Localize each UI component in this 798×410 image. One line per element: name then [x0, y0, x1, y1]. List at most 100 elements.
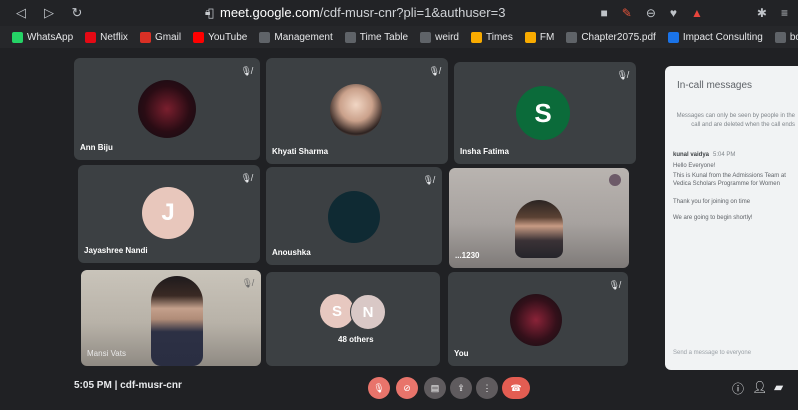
folder-icon	[471, 31, 482, 43]
participant-video	[515, 200, 563, 258]
bookmark-item[interactable]: books	[774, 31, 798, 43]
avatar	[330, 84, 382, 136]
audio-visualizer	[510, 294, 562, 346]
more-vert-icon: ⋮	[482, 382, 492, 393]
participant-video	[151, 276, 203, 366]
youtube-icon	[193, 31, 205, 43]
people-icon[interactable]: 👤︎	[752, 380, 767, 394]
bookmark-label: Impact Consulting	[682, 31, 763, 43]
participant-tile[interactable]: 🎙︎̸ Anoushka	[266, 167, 442, 265]
participant-tile[interactable]: 🎙︎̸ Mansi Vats	[81, 270, 261, 366]
bookmark-item[interactable]: Chapter2075.pdf	[566, 31, 656, 43]
leave-call-button[interactable]: ☎	[502, 377, 530, 399]
url-domain: meet.google.com	[220, 5, 320, 20]
bookmark-label: books	[789, 31, 798, 43]
avatar	[328, 191, 380, 243]
puzzle-icon[interactable]: ✱	[757, 6, 767, 20]
bookmark-label: Netflix	[100, 31, 128, 43]
bookmark-item[interactable]: FM	[524, 31, 555, 43]
bookmark-label: FM	[539, 31, 555, 43]
bookmark-item[interactable]: Times	[471, 31, 513, 43]
shield-icon[interactable]: ♥	[670, 6, 677, 20]
bookmark-item[interactable]: YouTube	[193, 31, 248, 43]
mic-off-icon: 🎙︎̸	[241, 278, 253, 288]
chat-title: In-call messages	[677, 80, 753, 91]
mic-off-icon: 🎙︎	[373, 382, 385, 393]
chat-message: We are going to begin shortly!	[673, 215, 753, 221]
phone-hangup-icon: ☎	[510, 382, 522, 393]
globe-icon	[420, 31, 432, 43]
mic-off-icon: 🎙︎̸	[428, 66, 440, 76]
browser-toolbar: ◁ ▷ ↻ ▯ 🔒︎ meet.google.com/cdf-musr-cnr?…	[0, 0, 798, 26]
avatar: S	[516, 86, 570, 140]
camera-off-icon: ⊘	[403, 382, 411, 393]
bookmark-item[interactable]: Gmail	[139, 31, 181, 43]
mic-off-icon: 🎙︎̸	[422, 175, 434, 185]
bookmark-label: Times	[486, 31, 513, 43]
avatar: S	[320, 294, 354, 328]
camera-off-button[interactable]: ⊘	[396, 377, 418, 399]
participant-name: ...1230	[455, 251, 480, 260]
netflix-icon	[85, 31, 97, 43]
mic-off-button[interactable]: 🎙︎	[368, 377, 390, 399]
speaking-indicator-icon	[609, 174, 621, 186]
lock-icon: 🔒︎	[205, 7, 211, 18]
participant-tile[interactable]: S 🎙︎̸ Insha Fatima	[454, 62, 636, 164]
chat-sender: kunal vaidya 5:04 PM	[673, 152, 735, 158]
chat-sender-name: kunal vaidya	[673, 152, 710, 158]
info-icon[interactable]: ⓘ	[732, 380, 744, 397]
reload-icon[interactable]: ↻	[70, 5, 84, 21]
participant-name: Khyati Sharma	[272, 147, 329, 156]
participant-tile[interactable]: 🎙︎̸ You	[448, 272, 628, 366]
address-bar[interactable]: meet.google.com/cdf-musr-cnr?pli=1&authu…	[220, 5, 505, 20]
captions-button[interactable]: ▤	[424, 377, 446, 399]
bookmark-item[interactable]: weird	[420, 31, 459, 43]
bookmark-item[interactable]: Management	[259, 31, 333, 43]
globe-icon	[259, 31, 271, 43]
captions-icon: ▤	[430, 382, 440, 393]
globe-icon	[344, 31, 356, 43]
more-options-button[interactable]: ⋮	[476, 377, 498, 399]
bookmark-label: YouTube	[208, 31, 248, 43]
participant-tile[interactable]: ...1230	[449, 168, 629, 268]
participant-tile[interactable]: 🎙︎̸ Khyati Sharma	[266, 58, 448, 164]
whatsapp-icon	[12, 31, 23, 43]
present-icon: ⇪	[457, 382, 465, 393]
forward-icon[interactable]: ▷	[42, 5, 56, 21]
participant-name: Jayashree Nandi	[84, 246, 148, 255]
present-button[interactable]: ⇪	[450, 377, 472, 399]
participant-name: You	[454, 349, 469, 358]
book-icon	[774, 31, 786, 43]
avatar: N	[350, 294, 386, 330]
menu-icon[interactable]: ≡	[781, 6, 788, 20]
chat-icon[interactable]: ▰	[774, 380, 783, 394]
meeting-controls-bar: 5:05 PM | cdf-musr-cnr 🎙︎ ⊘ ▤ ⇪ ⋮ ☎ ⓘ 👤︎…	[0, 370, 798, 410]
alert-icon[interactable]: ▲	[691, 6, 703, 20]
participant-tile[interactable]: 🎙︎̸ Ann Biju	[74, 58, 260, 160]
globe-icon	[667, 31, 679, 43]
avatar: J	[142, 187, 194, 239]
mic-off-icon: 🎙︎̸	[240, 173, 252, 183]
meeting-info: 5:05 PM | cdf-musr-cnr	[74, 380, 182, 391]
bookmark-item[interactable]: Time Table	[344, 31, 408, 43]
bookmark-item[interactable]: Netflix	[85, 31, 128, 43]
bookmark-label: Management	[274, 31, 333, 43]
chat-message: Thank you for joining on time	[673, 199, 751, 205]
participant-tile[interactable]: J 🎙︎̸ Jayashree Nandi	[78, 165, 260, 263]
bookmark-label: Chapter2075.pdf	[581, 31, 656, 43]
chat-input[interactable]: Send a message to everyone	[673, 350, 751, 356]
camera-icon[interactable]: ■	[601, 6, 608, 20]
folder-icon	[524, 31, 536, 43]
zoom-icon[interactable]: ⊖	[646, 6, 656, 20]
participant-name: Ann Biju	[80, 143, 113, 152]
participant-name: Insha Fatima	[460, 147, 509, 156]
back-icon[interactable]: ◁	[14, 5, 28, 21]
bookmark-item[interactable]: WhatsApp	[12, 31, 73, 43]
mic-off-icon: 🎙︎̸	[616, 70, 628, 80]
participant-tile[interactable]: S N 48 others	[266, 272, 440, 366]
extension-icon[interactable]: ✎	[622, 6, 632, 20]
participant-name: Mansi Vats	[87, 349, 126, 358]
mic-off-icon: 🎙︎̸	[608, 280, 620, 290]
bookmark-item[interactable]: Impact Consulting	[667, 31, 763, 43]
chat-time: 5:04 PM	[713, 152, 736, 158]
